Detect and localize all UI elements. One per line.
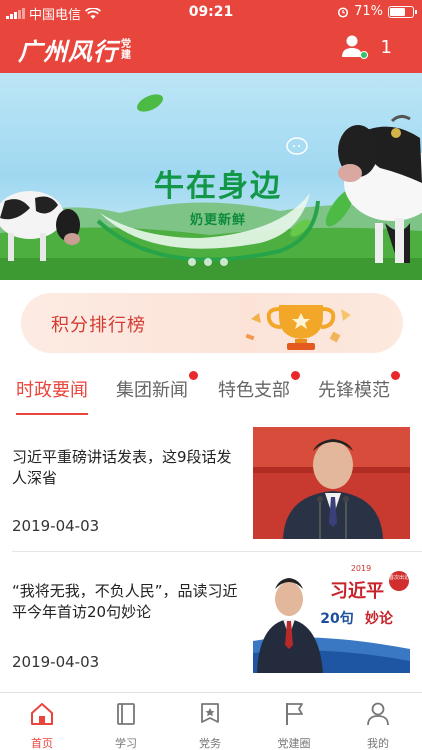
tab-label: 先锋模范 xyxy=(318,380,390,401)
carousel-indicators[interactable] xyxy=(188,258,228,266)
news-title: 习近平重磅讲话发表，这9段话发人深省 xyxy=(12,448,232,487)
banner-carousel[interactable]: 牛在身边 奶更新鲜 xyxy=(0,73,422,280)
tab-group-news[interactable]: 集团新闻 xyxy=(116,371,198,402)
points-ranking-label: 积分排行榜 xyxy=(51,315,146,336)
news-date: 2019-04-03 xyxy=(12,653,100,671)
nav-label: 党建圈 xyxy=(277,737,311,750)
tab-label: 时政要闻 xyxy=(16,380,88,401)
tab-politics[interactable]: 时政要闻 xyxy=(16,376,88,402)
carousel-dot[interactable] xyxy=(220,258,228,266)
nav-study[interactable]: 学习 xyxy=(84,693,168,750)
status-bar: 中国电信 09:21 71% xyxy=(0,0,422,24)
user-icon xyxy=(341,34,368,60)
book-icon xyxy=(117,703,135,725)
logo-subtext: 党建 xyxy=(121,38,131,61)
active-tab-indicator xyxy=(16,413,88,415)
points-ranking-card[interactable]: 积分排行榜 xyxy=(21,293,403,353)
nav-mine[interactable]: 我的 xyxy=(336,693,420,750)
news-date: 2019-04-03 xyxy=(12,517,100,535)
news-item[interactable]: “我将无我，不负人民”，品读习近平今年首访20句妙论 2019-04-03 20… xyxy=(0,553,422,689)
carousel-dot[interactable] xyxy=(188,258,196,266)
flag-icon xyxy=(286,703,303,725)
online-dot xyxy=(359,51,368,59)
thumb-count: 20句 xyxy=(320,610,353,627)
home-icon xyxy=(31,703,53,725)
user-button[interactable]: 1 xyxy=(341,34,392,60)
category-tabs: 时政要闻 集团新闻 特色支部 先锋模范 xyxy=(0,371,422,417)
thumb-tag: 首次出访 xyxy=(389,574,409,581)
thumb-year: 2019 xyxy=(351,564,371,573)
news-item[interactable]: 习近平重磅讲话发表，这9段话发人深省 2019-04-03 xyxy=(0,417,422,553)
news-thumbnail: 2019 习近平 首次出访 20句 妙论 xyxy=(253,561,410,673)
user-count: 1 xyxy=(380,36,392,58)
carousel-dot[interactable] xyxy=(204,258,212,266)
nav-label: 首页 xyxy=(31,737,53,750)
nav-home[interactable]: 首页 xyxy=(0,693,84,750)
unread-badge xyxy=(189,371,198,380)
nav-label: 我的 xyxy=(367,737,389,750)
battery-icon xyxy=(388,5,417,18)
nav-party-affairs[interactable]: 党务 xyxy=(168,693,252,750)
nav-label: 学习 xyxy=(115,737,137,750)
logo-text: 广州风行 xyxy=(18,37,118,66)
user-icon xyxy=(367,702,389,726)
banner-subtitle: 奶更新鲜 xyxy=(189,213,246,228)
nav-label: 党务 xyxy=(199,737,221,750)
tab-label: 特色支部 xyxy=(218,380,290,401)
divider xyxy=(12,551,422,552)
battery-percent: 71% xyxy=(354,4,383,19)
tab-pioneer[interactable]: 先锋模范 xyxy=(318,371,400,402)
tab-branch[interactable]: 特色支部 xyxy=(218,371,300,402)
news-thumbnail xyxy=(253,427,410,539)
bottom-nav: 首页 学习 党务 党建圈 我的 xyxy=(0,692,422,750)
alarm-icon xyxy=(338,6,349,18)
bubble-icon xyxy=(286,137,308,155)
nav-party-circle[interactable]: 党建圈 xyxy=(252,693,336,750)
badge-icon xyxy=(201,703,219,723)
banner-text: 牛在身边 奶更新鲜 xyxy=(133,161,303,228)
tab-label: 集团新闻 xyxy=(116,380,188,401)
app-bar: 广州风行 党建 1 xyxy=(0,26,422,73)
app-screen: 中国电信 09:21 71% 广州风行 党建 1 牛在身边 奶更新鲜 积分排行榜… xyxy=(0,0,422,750)
unread-badge xyxy=(391,371,400,380)
thumb-word: 妙论 xyxy=(365,610,394,627)
header: 中国电信 09:21 71% 广州风行 党建 1 xyxy=(0,0,422,73)
trophy-icon xyxy=(245,305,351,350)
unread-badge xyxy=(291,371,300,380)
banner-title: 牛在身边 xyxy=(154,169,282,204)
app-logo: 广州风行 党建 xyxy=(18,32,133,67)
news-title: “我将无我，不负人民”，品读习近平今年首访20句妙论 xyxy=(12,582,238,621)
thumb-name: 习近平 xyxy=(330,580,384,602)
